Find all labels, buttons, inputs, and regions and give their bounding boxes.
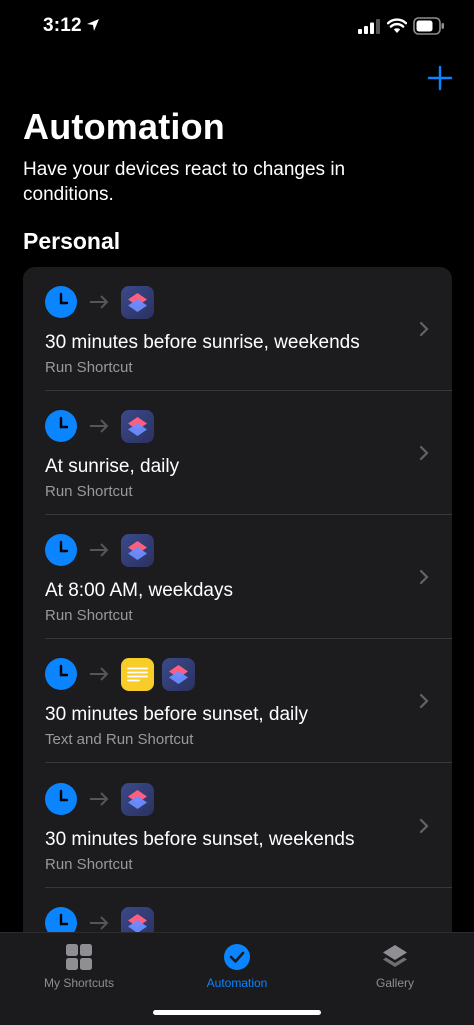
arrow-right-icon bbox=[90, 543, 109, 557]
automation-title: At 8:00 AM, weekdays bbox=[45, 580, 233, 601]
layers-icon bbox=[383, 945, 407, 967]
automation-row[interactable]: At sunrise, daily Run Shortcut bbox=[23, 391, 452, 515]
shortcuts-icon bbox=[162, 657, 195, 691]
automation-subtitle: Run Shortcut bbox=[45, 359, 133, 376]
home-indicator bbox=[153, 1010, 321, 1015]
page-subtitle: Have your devices react to changes in co… bbox=[23, 159, 346, 205]
automation-title: 30 minutes before sunset, daily bbox=[45, 704, 308, 725]
automation-title: 30 minutes before sunset, weekends bbox=[45, 829, 355, 850]
location-arrow-icon bbox=[87, 19, 99, 31]
automation-row[interactable]: 30 minutes before sunrise, weekends Run … bbox=[23, 267, 452, 391]
tab-automation[interactable]: Automation bbox=[167, 943, 307, 990]
chevron-right-icon bbox=[419, 321, 429, 337]
shortcuts-icon bbox=[121, 409, 154, 443]
battery-icon bbox=[413, 17, 444, 35]
chevron-right-icon bbox=[419, 693, 429, 709]
chevron-right-icon bbox=[419, 445, 429, 461]
clock-icon bbox=[45, 783, 77, 815]
automation-subtitle: Text and Run Shortcut bbox=[45, 731, 194, 748]
tab-my-shortcuts[interactable]: My Shortcuts bbox=[9, 943, 149, 990]
tab-label: Gallery bbox=[375, 976, 414, 990]
automation-row[interactable]: 30 minutes before sunset, daily Text and… bbox=[23, 639, 452, 763]
arrow-right-icon bbox=[90, 295, 109, 309]
arrow-right-icon bbox=[90, 916, 109, 930]
clock-check-icon bbox=[224, 944, 250, 970]
add-automation-button[interactable] bbox=[426, 64, 454, 92]
row-icons bbox=[45, 409, 154, 443]
row-icons bbox=[45, 285, 154, 319]
automation-subtitle: Run Shortcut bbox=[45, 483, 133, 500]
row-icons bbox=[45, 782, 154, 816]
clock-icon bbox=[45, 286, 77, 318]
automation-subtitle: Run Shortcut bbox=[45, 607, 133, 624]
automation-title: At sunrise, daily bbox=[45, 456, 180, 477]
notes-icon bbox=[121, 657, 154, 691]
wifi-icon bbox=[387, 18, 407, 33]
tab-label: Automation bbox=[206, 976, 268, 990]
row-icons bbox=[45, 533, 154, 567]
chevron-right-icon bbox=[419, 818, 429, 834]
tab-gallery[interactable]: Gallery bbox=[325, 943, 465, 990]
shortcuts-icon bbox=[121, 285, 154, 319]
section-title: Personal bbox=[23, 228, 121, 254]
divider bbox=[45, 762, 452, 763]
tab-label: My Shortcuts bbox=[43, 976, 115, 990]
automation-title: 30 minutes before sunrise, weekends bbox=[45, 332, 360, 353]
arrow-right-icon bbox=[90, 667, 109, 681]
cellular-signal-icon bbox=[358, 19, 380, 34]
chevron-right-icon bbox=[419, 569, 429, 585]
automation-row[interactable]: 30 minutes before sunset, weekends Run S… bbox=[23, 764, 452, 888]
arrow-right-icon bbox=[90, 419, 109, 433]
clock-icon bbox=[45, 658, 77, 690]
clock-icon bbox=[45, 410, 77, 442]
page-title: Automation bbox=[23, 106, 225, 147]
shortcuts-icon bbox=[121, 782, 154, 816]
status-time: 3:12 bbox=[43, 15, 82, 36]
shortcuts-icon bbox=[121, 533, 154, 567]
clock-icon bbox=[45, 534, 77, 566]
status-bar: 3:12 bbox=[0, 0, 474, 54]
automation-list: 30 minutes before sunrise, weekends Run … bbox=[23, 267, 452, 967]
automation-subtitle: Run Shortcut bbox=[45, 856, 133, 873]
automation-row[interactable]: At 8:00 AM, weekdays Run Shortcut bbox=[23, 515, 452, 639]
row-icons bbox=[45, 657, 195, 691]
grid-icon bbox=[66, 944, 92, 970]
arrow-right-icon bbox=[90, 792, 109, 806]
